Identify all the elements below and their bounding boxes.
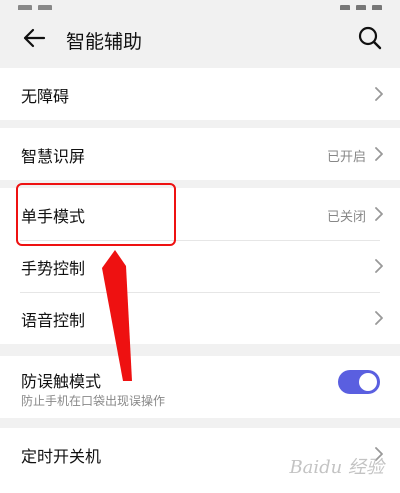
chevron-right-icon: [375, 207, 383, 221]
app-header: 智能辅助: [0, 10, 400, 68]
chevron-right-icon: [375, 87, 383, 101]
watermark-logo: Baidu 经验: [289, 457, 384, 478]
voice-control-item[interactable]: 语音控制: [0, 292, 400, 344]
smart-screen-item[interactable]: 智慧识屏 已开启: [0, 128, 400, 180]
pocket-mode-toggle[interactable]: [338, 370, 380, 394]
pocket-mode-description: 防止手机在口袋出现误操作: [21, 394, 166, 408]
annotation-highlight-box: [16, 183, 176, 246]
chevron-right-icon: [375, 147, 383, 161]
pocket-mode-card: 防误触模式 防止手机在口袋出现误操作: [0, 356, 400, 418]
schedule-power-label: 定时开关机: [21, 447, 102, 466]
status-icons: [334, 0, 382, 10]
gesture-control-label: 手势控制: [21, 259, 86, 278]
smart-screen-label: 智慧识屏: [21, 147, 86, 166]
search-icon[interactable]: [356, 24, 384, 52]
pocket-mode-label: 防误触模式: [21, 372, 102, 391]
accessibility-card: 无障碍: [0, 68, 400, 120]
page-title: 智能辅助: [66, 31, 143, 53]
voice-control-label: 语音控制: [21, 311, 86, 330]
accessibility-label: 无障碍: [21, 87, 70, 106]
back-arrow-icon[interactable]: [20, 24, 48, 52]
chevron-right-icon: [375, 311, 383, 325]
gesture-control-item[interactable]: 手势控制: [0, 240, 400, 292]
pocket-mode-item: 防误触模式 防止手机在口袋出现误操作: [0, 356, 400, 418]
accessibility-item[interactable]: 无障碍: [0, 68, 400, 120]
signal-icons: [18, 0, 88, 10]
status-bar: [0, 0, 400, 10]
smart-screen-status: 已开启: [326, 150, 366, 165]
chevron-right-icon: [375, 259, 383, 273]
toggle-knob: [359, 373, 377, 391]
one-hand-mode-status: 已关闭: [326, 210, 366, 225]
